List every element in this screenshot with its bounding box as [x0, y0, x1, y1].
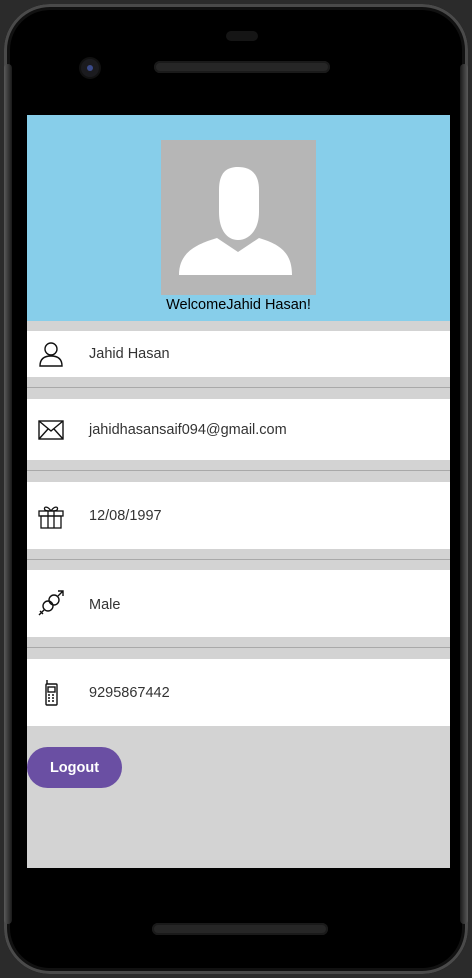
- gender-row: Male: [27, 570, 450, 637]
- email-value: jahidhasansaif094@gmail.com: [89, 422, 287, 438]
- earpiece: [226, 31, 258, 41]
- front-camera-icon: [81, 59, 99, 77]
- profile-header: WelcomeJahid Hasan!: [27, 115, 450, 321]
- top-speaker-grille: [154, 61, 330, 73]
- birthday-value: 12/08/1997: [89, 508, 162, 524]
- email-row: jahidhasansaif094@gmail.com: [27, 399, 450, 460]
- divider: [27, 559, 450, 560]
- divider: [27, 387, 450, 388]
- person-placeholder-icon: [161, 140, 316, 295]
- phone-value: 9295867442: [89, 685, 170, 701]
- welcome-message: WelcomeJahid Hasan!: [166, 297, 311, 313]
- bottom-speaker-grille: [152, 923, 328, 935]
- divider: [27, 470, 450, 471]
- name-row: Jahid Hasan: [27, 331, 450, 377]
- person-icon: [37, 340, 65, 368]
- phone-edge-right: [460, 64, 468, 924]
- gift-icon: [37, 502, 65, 530]
- app-screen: WelcomeJahid Hasan! Jahid Hasan jahidhas…: [27, 115, 450, 868]
- mobile-phone-icon: [37, 679, 65, 707]
- phone-edge-left: [4, 64, 12, 924]
- phone-row: 9295867442: [27, 659, 450, 726]
- logout-button[interactable]: Logout: [27, 747, 122, 788]
- gender-value: Male: [89, 597, 121, 613]
- birthday-row: 12/08/1997: [27, 482, 450, 549]
- envelope-icon: [37, 416, 65, 444]
- name-value: Jahid Hasan: [89, 346, 170, 362]
- divider: [27, 647, 450, 648]
- gender-icon: [37, 589, 65, 617]
